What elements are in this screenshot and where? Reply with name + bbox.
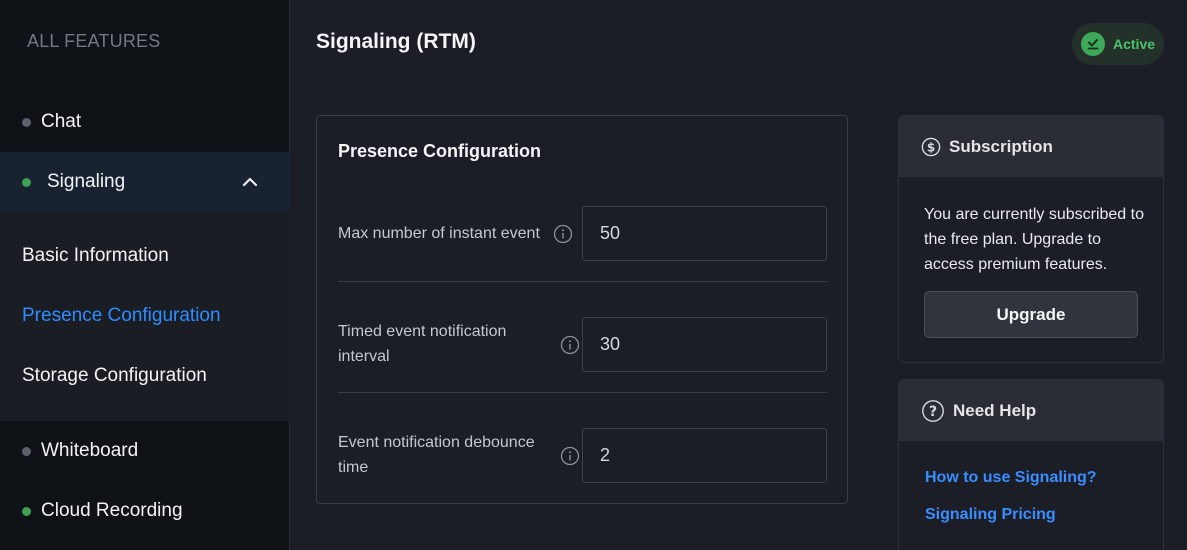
help-link-how-to-use[interactable]: How to use Signaling? bbox=[925, 469, 1097, 487]
info-icon[interactable] bbox=[560, 446, 580, 466]
sidebar-item-label: Cloud Recording bbox=[41, 500, 183, 521]
sidebar: ALL FEATURES Chat Signaling Basic Inform… bbox=[0, 0, 290, 550]
info-icon[interactable] bbox=[560, 335, 580, 355]
status-dot bbox=[22, 177, 31, 187]
submenu-item-basic-information[interactable]: Basic Information bbox=[22, 245, 169, 267]
field-label-debounce-time: Event notification debounce time bbox=[338, 430, 535, 480]
chevron-up-icon[interactable] bbox=[242, 174, 258, 190]
status-dot bbox=[22, 117, 31, 127]
dollar-icon: $ bbox=[921, 137, 941, 156]
sidebar-item-label: Whiteboard bbox=[41, 440, 139, 461]
page-title: Signaling (RTM) bbox=[316, 30, 476, 53]
upgrade-button[interactable]: Upgrade bbox=[924, 291, 1138, 338]
field-label-line: time bbox=[338, 459, 369, 476]
debounce-time-input[interactable] bbox=[582, 428, 827, 483]
divider bbox=[338, 392, 827, 393]
sidebar-item-whiteboard[interactable]: Whiteboard bbox=[0, 421, 290, 481]
field-label-max-instant-event: Max number of instant event bbox=[338, 225, 540, 242]
sidebar-item-label: Chat bbox=[41, 111, 82, 132]
subscription-title: Subscription bbox=[949, 136, 1053, 156]
sidebar-item-signaling[interactable]: Signaling bbox=[0, 152, 290, 212]
svg-text:$: $ bbox=[927, 140, 935, 154]
check-icon bbox=[1081, 32, 1105, 56]
help-title: Need Help bbox=[953, 400, 1037, 420]
field-label-timed-event-interval: Timed event notification interval bbox=[338, 319, 506, 369]
help-header: ? Need Help bbox=[899, 380, 1163, 441]
subscription-text: You are currently subscribed to the free… bbox=[924, 206, 1144, 273]
divider bbox=[338, 281, 827, 282]
presence-config-card: Presence Configuration Max number of ins… bbox=[316, 115, 848, 504]
question-icon: ? bbox=[922, 399, 944, 422]
status-dot bbox=[22, 446, 31, 456]
sidebar-item-chat[interactable]: Chat bbox=[0, 92, 290, 152]
subscription-card: $ Subscription You are currently subscri… bbox=[898, 115, 1164, 363]
card-title: Presence Configuration bbox=[338, 141, 542, 161]
field-label-line: interval bbox=[338, 348, 390, 365]
status-badge: Active bbox=[1072, 23, 1164, 65]
sidebar-item-label: Signaling bbox=[47, 171, 126, 192]
sidebar-item-cloud-recording[interactable]: Cloud Recording bbox=[0, 481, 290, 541]
timed-event-interval-input[interactable] bbox=[582, 317, 827, 372]
field-label-line: Timed event notification bbox=[338, 323, 507, 340]
max-instant-event-input[interactable] bbox=[582, 206, 827, 261]
info-icon[interactable] bbox=[553, 224, 573, 244]
svg-text:?: ? bbox=[929, 404, 937, 420]
signaling-submenu: Basic Information Presence Configuration… bbox=[0, 212, 290, 421]
help-card: ? Need Help How to use Signaling? Signal… bbox=[898, 379, 1164, 550]
submenu-item-storage-configuration[interactable]: Storage Configuration bbox=[22, 365, 207, 387]
field-label-line: Event notification debounce bbox=[338, 434, 535, 451]
status-label: Active bbox=[1113, 36, 1156, 52]
subscription-header: $ Subscription bbox=[899, 116, 1163, 177]
status-dot bbox=[22, 506, 31, 516]
submenu-item-presence-configuration[interactable]: Presence Configuration bbox=[22, 305, 221, 327]
help-link-pricing[interactable]: Signaling Pricing bbox=[925, 506, 1056, 524]
sidebar-heading: ALL FEATURES bbox=[27, 31, 161, 51]
